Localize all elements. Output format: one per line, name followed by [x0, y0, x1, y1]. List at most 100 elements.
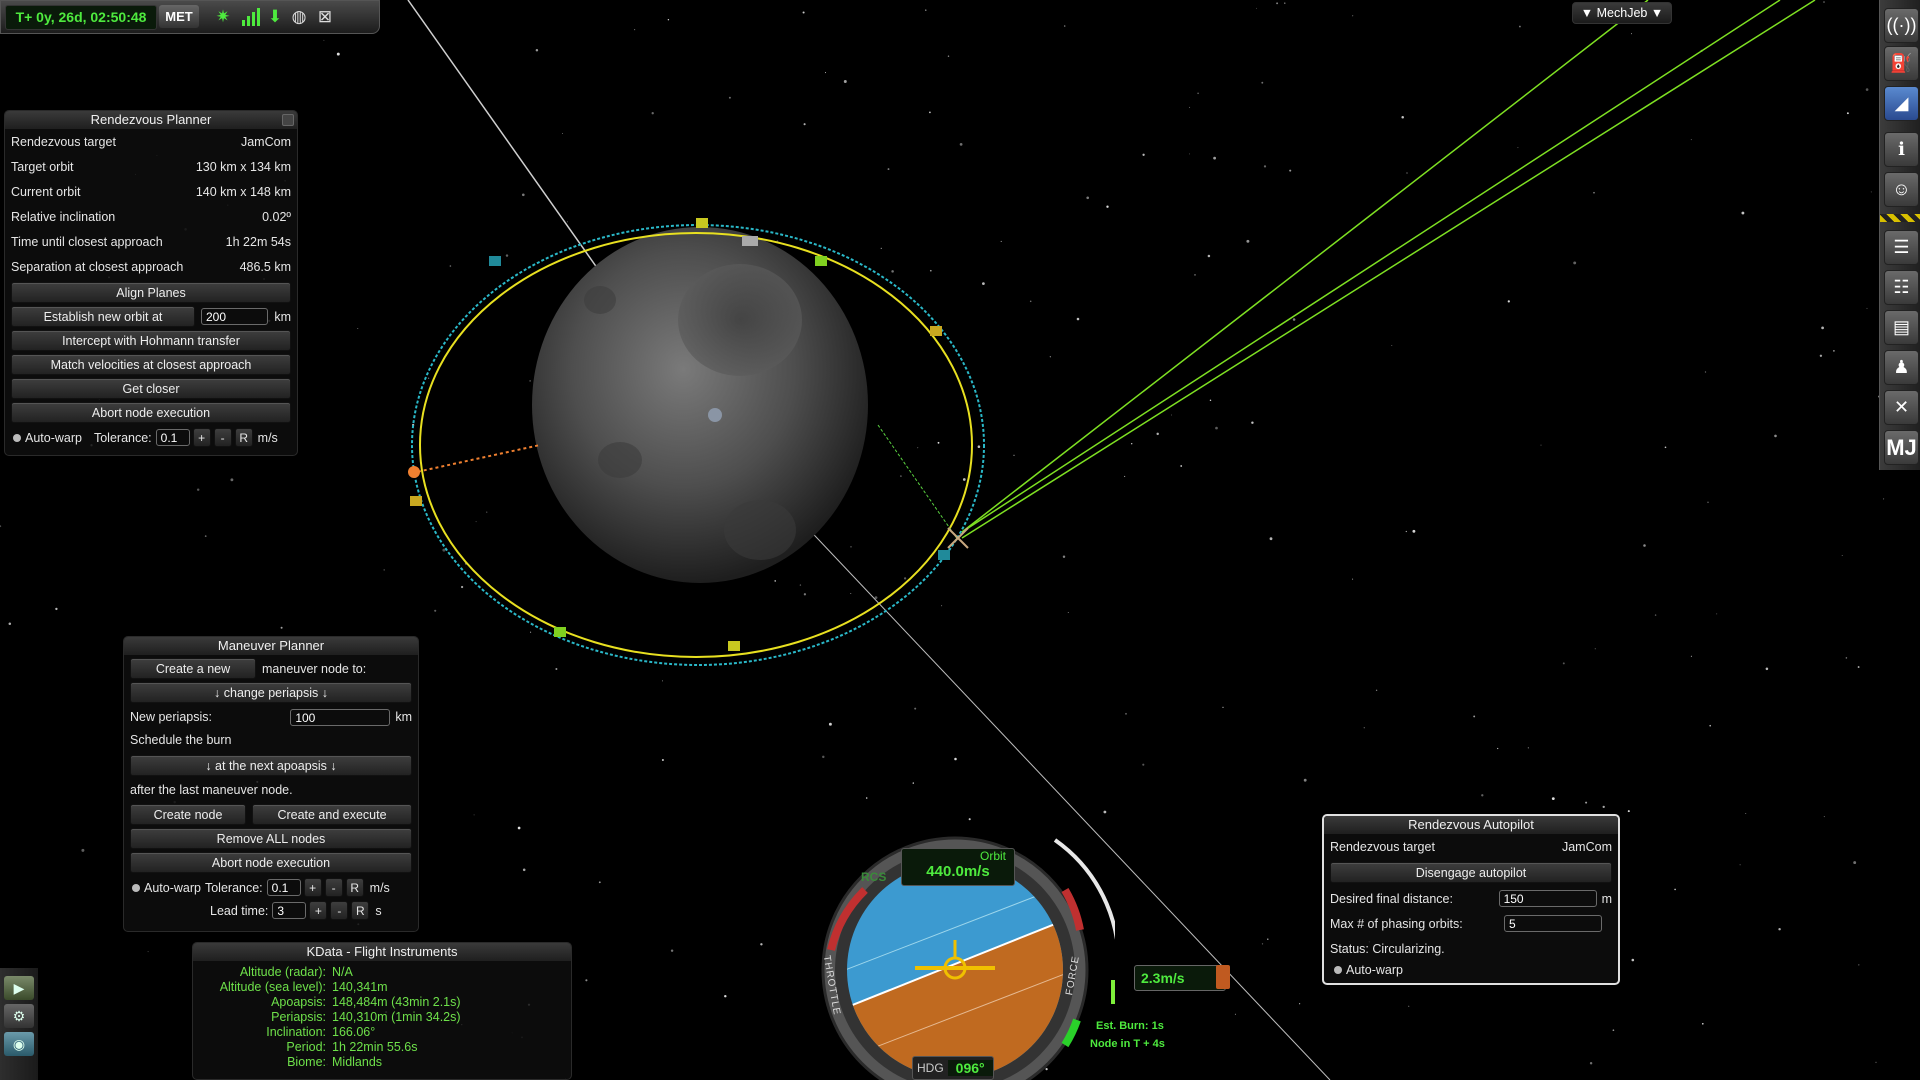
operation-select-dropdown[interactable]: ↓ change periapsis ↓: [130, 682, 412, 703]
speed-mode-label: Orbit: [979, 849, 1006, 863]
tolerance-row: Auto-warp Tolerance: 0.1 + - R m/s: [124, 876, 418, 899]
info-icon[interactable]: ℹ: [1884, 132, 1919, 167]
target-trajectory-line: [961, 0, 1649, 533]
planet-view-icon[interactable]: ◍: [287, 5, 311, 29]
mic-icon[interactable]: ♟: [1884, 350, 1919, 385]
download-arrow-icon[interactable]: ⬇: [263, 5, 287, 29]
unit-label: s: [375, 903, 382, 918]
create-node-row: Create a new maneuver node to:: [130, 658, 412, 679]
fuel-icon[interactable]: ⛽: [1884, 46, 1919, 81]
star: [1853, 861, 1857, 865]
star: [1858, 964, 1860, 966]
star: [977, 445, 981, 448]
final-distance-label: Desired final distance:: [1330, 891, 1453, 906]
remove-all-nodes-button[interactable]: Remove ALL nodes: [130, 828, 412, 849]
decrease-tolerance-button[interactable]: -: [213, 428, 232, 447]
met-toggle-button[interactable]: MET: [159, 5, 199, 28]
window-title[interactable]: Rendezvous Planner: [5, 111, 297, 129]
star: [1076, 317, 1080, 321]
abort-node-execution-button[interactable]: Abort node execution: [130, 852, 412, 873]
antenna-icon[interactable]: ((·)): [1884, 8, 1919, 43]
star: [1412, 529, 1416, 533]
increase-tolerance-button[interactable]: +: [303, 878, 322, 897]
decrease-tolerance-button[interactable]: -: [324, 878, 343, 897]
abort-node-execution-button[interactable]: Abort node execution: [11, 402, 291, 423]
star: [1124, 475, 1126, 477]
decrease-lead-time-button[interactable]: -: [330, 901, 349, 920]
star: [0, 525, 2, 528]
tolerance-row: Auto-warp Tolerance: 0.1 + - R m/s: [5, 426, 297, 449]
star: [535, 48, 539, 52]
notes-icon[interactable]: ☰: [1884, 230, 1919, 265]
star: [1481, 794, 1484, 797]
star: [1664, 446, 1667, 449]
crew-icon[interactable]: ☺: [1884, 172, 1919, 207]
star: [1408, 1005, 1410, 1007]
star: [1189, 106, 1191, 108]
align-planes-button[interactable]: Align Planes: [11, 282, 291, 303]
reset-tolerance-button[interactable]: R: [234, 428, 253, 447]
speed-display[interactable]: Orbit 440.0m/s: [901, 848, 1015, 886]
create-and-execute-button[interactable]: Create and execute: [252, 804, 412, 825]
star: [427, 377, 430, 379]
window-title[interactable]: Rendezvous Autopilot: [1324, 816, 1618, 834]
star: [1778, 927, 1781, 931]
mechjeb-icon[interactable]: MJ: [1884, 430, 1919, 465]
autowarp-toggle[interactable]: [1334, 966, 1342, 974]
info-row: Separation at closest approach 486.5 km: [5, 254, 297, 279]
star: [529, 380, 531, 382]
reset-tolerance-button[interactable]: R: [345, 878, 364, 897]
star: [1207, 254, 1211, 258]
star: [954, 757, 957, 761]
reset-lead-time-button[interactable]: R: [351, 901, 370, 920]
match-velocities-button[interactable]: Match velocities at closest approach: [11, 354, 291, 375]
camera-icon[interactable]: ◉: [4, 1032, 34, 1056]
final-distance-input[interactable]: 150: [1498, 890, 1597, 907]
kdata-label: Period:: [286, 1040, 326, 1054]
star: [230, 478, 234, 482]
mechjeb-menu-tab[interactable]: ▼ MechJeb ▼: [1572, 2, 1672, 24]
star: [1865, 88, 1869, 91]
tolerance-input[interactable]: 0.1: [155, 429, 190, 446]
lead-time-input[interactable]: 3: [272, 902, 307, 919]
disengage-autopilot-button[interactable]: Disengage autopilot: [1330, 862, 1612, 883]
antenna-signal-icon[interactable]: ✷: [211, 5, 235, 29]
star: [1833, 350, 1835, 352]
row-value: JamCom: [1561, 839, 1612, 854]
create-new-node-button[interactable]: Create a new: [130, 658, 256, 679]
get-closer-button[interactable]: Get closer: [11, 378, 291, 399]
hohmann-intercept-button[interactable]: Intercept with Hohmann transfer: [11, 330, 291, 351]
crossed-tools-icon[interactable]: ✕: [1884, 390, 1919, 425]
rcs-indicator[interactable]: RCS: [861, 870, 886, 884]
list-icon[interactable]: ☷: [1884, 270, 1919, 305]
aero-icon[interactable]: ◢: [1884, 86, 1919, 121]
timing-select-dropdown[interactable]: ↓ at the next apoapsis ↓: [130, 755, 412, 776]
schedule-row: Schedule the burn: [124, 728, 418, 752]
create-node-button[interactable]: Create node: [130, 804, 246, 825]
autowarp-toggle[interactable]: [132, 883, 140, 892]
new-periapsis-input[interactable]: 100: [290, 708, 391, 726]
autowarp-toggle[interactable]: [13, 433, 21, 442]
tolerance-input[interactable]: 0.1: [266, 879, 301, 896]
phasing-orbits-input[interactable]: 5: [1504, 915, 1602, 932]
window-resize-handle[interactable]: [282, 114, 294, 126]
increase-tolerance-button[interactable]: +: [192, 428, 211, 447]
staging-icon[interactable]: ▶: [4, 976, 34, 1000]
periapsis-row: New periapsis: 100 km: [124, 706, 418, 728]
crew-portrait-icon[interactable]: ⚙: [4, 1004, 34, 1028]
star: [1103, 810, 1107, 814]
row-value: 140 km x 148 km: [195, 184, 291, 199]
window-title[interactable]: KData - Flight Instruments: [193, 943, 571, 961]
increase-lead-time-button[interactable]: +: [309, 901, 328, 920]
star: [937, 441, 940, 444]
star: [1406, 172, 1408, 174]
new-orbit-altitude-input[interactable]: 200: [200, 308, 269, 325]
clipboard-icon[interactable]: ▤: [1884, 310, 1919, 345]
map-navigation-icon[interactable]: ⊠: [313, 5, 337, 29]
star: [1063, 25, 1066, 27]
window-title[interactable]: Maneuver Planner: [124, 637, 418, 655]
star: [555, 668, 558, 670]
approach-line: [877, 424, 959, 541]
establish-orbit-button[interactable]: Establish new orbit at: [11, 306, 195, 327]
signal-bars-icon[interactable]: [239, 5, 263, 29]
